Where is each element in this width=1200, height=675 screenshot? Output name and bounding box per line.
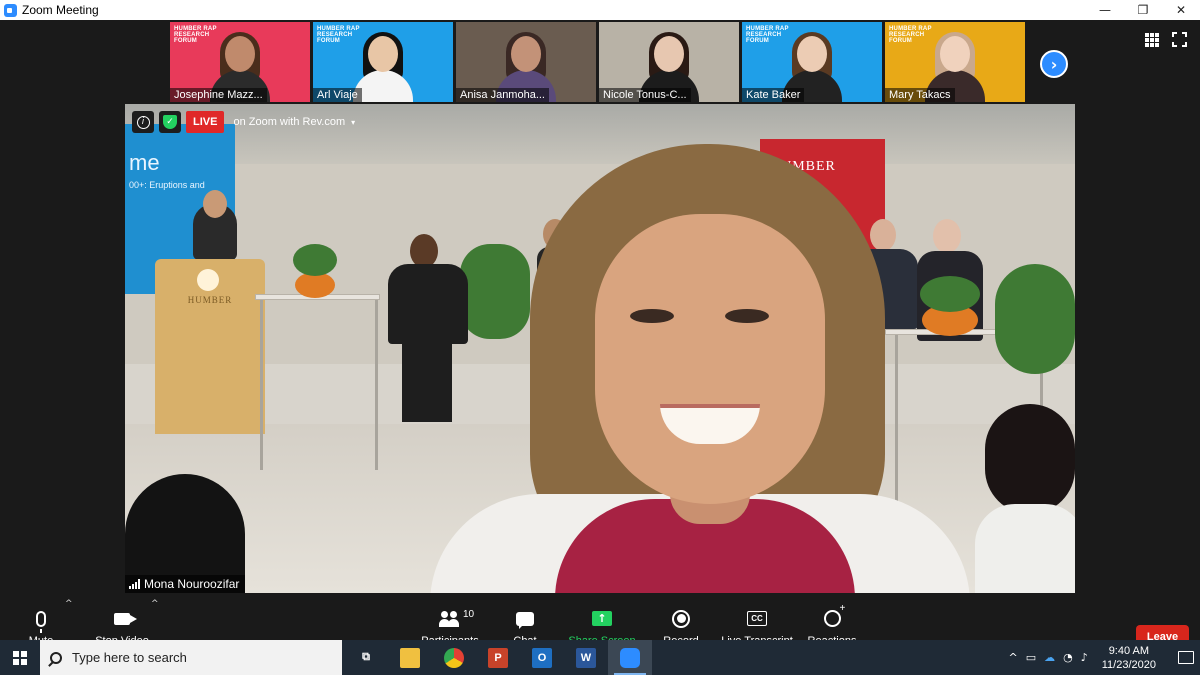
chat-icon [516, 611, 534, 629]
outlook-icon: O [532, 647, 552, 668]
file-explorer-icon [400, 647, 420, 668]
audience-member [975, 404, 1075, 593]
battery-icon[interactable]: ▭ [1026, 651, 1036, 664]
podium: HUMBER [155, 259, 265, 434]
window-controls: — ❐ ✕ [1086, 0, 1200, 20]
minimize-button[interactable]: — [1086, 0, 1124, 20]
cloud-icon[interactable]: ☁ [1044, 651, 1055, 664]
task-view-icon: ⧉ [362, 651, 370, 663]
video-options-caret[interactable]: ^ [151, 599, 159, 609]
record-icon [672, 609, 690, 628]
taskbar-app-task-view[interactable]: ⧉ [344, 640, 388, 675]
close-button[interactable]: ✕ [1162, 0, 1200, 20]
active-speaker-video[interactable]: me 00+: Eruptions and HUMBER HUMBER i ✓ … [125, 104, 1075, 593]
participant-name: Kate Baker [742, 88, 805, 102]
participant-thumbnail-strip: HUMBER RAP RESEARCH FORUM Josephine Mazz.… [170, 22, 1025, 102]
chevron-up-icon[interactable]: ^ [1008, 651, 1017, 664]
meeting-status-bar: i ✓ LIVE on Zoom with Rev.com ▾ [132, 111, 355, 133]
share-screen-icon: ↑ [592, 611, 612, 626]
notifications-icon[interactable] [1178, 651, 1194, 664]
pinned-apps: ⧉ P O W [344, 640, 652, 675]
taskbar-app-chrome[interactable] [432, 640, 476, 675]
participant-count: 10 [463, 608, 475, 620]
security-shield-button[interactable]: ✓ [159, 111, 181, 133]
info-icon: i [136, 115, 150, 129]
window-title: Zoom Meeting [22, 3, 99, 17]
participant-thumbnail[interactable]: HUMBER RAP RESEARCH FORUM Josephine Mazz.… [170, 22, 310, 102]
speaker-name-tag: Mona Nouroozifar [125, 575, 246, 593]
chrome-icon [444, 647, 464, 668]
live-badge[interactable]: LIVE [186, 111, 225, 133]
forum-banner: HUMBER RAP RESEARCH FORUM [174, 26, 217, 44]
windows-logo-icon [13, 650, 27, 665]
participant-name: Nicole Tonus-C... [599, 88, 691, 102]
restore-button[interactable]: ❐ [1124, 0, 1162, 20]
audio-options-caret[interactable]: ^ [65, 599, 73, 609]
participant-thumbnail[interactable]: HUMBER RAP RESEARCH FORUM Arl Viaje [313, 22, 453, 102]
wifi-icon[interactable]: ◔ [1063, 651, 1073, 664]
live-stream-dropdown[interactable]: on Zoom with Rev.com ▾ [233, 116, 355, 128]
participant-thumbnail[interactable]: Anisa Janmoha... [456, 22, 596, 102]
participant-name: Josephine Mazz... [170, 88, 267, 102]
start-button[interactable] [0, 640, 40, 675]
system-clock[interactable]: 9:40 AM 11/23/2020 [1096, 644, 1162, 672]
participant-name: Arl Viaje [313, 88, 362, 102]
participant-thumbnail[interactable]: HUMBER RAP RESEARCH FORUM Kate Baker [742, 22, 882, 102]
taskbar-app-powerpoint[interactable]: P [476, 640, 520, 675]
meeting-window: HUMBER RAP RESEARCH FORUM Josephine Mazz.… [0, 20, 1200, 660]
taskbar-app-word[interactable]: W [564, 640, 608, 675]
forum-banner: HUMBER RAP RESEARCH FORUM [746, 26, 789, 44]
camera-icon [114, 612, 137, 625]
taskbar-app-zoom[interactable] [608, 640, 652, 675]
forum-banner: HUMBER RAP RESEARCH FORUM [317, 26, 360, 44]
gallery-view-icon[interactable] [1145, 33, 1159, 47]
volume-icon[interactable]: ♪ [1081, 651, 1088, 664]
reactions-icon [823, 603, 845, 627]
title-bar: Zoom Meeting — ❐ ✕ [0, 0, 1200, 20]
forum-banner: HUMBER RAP RESEARCH FORUM [889, 26, 932, 44]
podium-speaker [193, 190, 237, 260]
powerpoint-icon: P [488, 647, 508, 668]
participant-thumbnail[interactable]: Nicole Tonus-C... [599, 22, 739, 102]
panelist [380, 234, 475, 434]
participant-thumbnail[interactable]: HUMBER RAP RESEARCH FORUM Mary Takacs [885, 22, 1025, 102]
next-page-button[interactable]: › [1040, 50, 1068, 78]
search-icon [50, 651, 62, 664]
shield-icon: ✓ [163, 115, 177, 129]
participant-name: Mary Takacs [885, 88, 955, 102]
meeting-info-button[interactable]: i [132, 111, 154, 133]
participant-name: Anisa Janmoha... [456, 88, 549, 102]
chevron-down-icon: ▾ [351, 117, 356, 127]
system-tray: ^ ▭ ☁ ◔ ♪ 9:40 AM 11/23/2020 [1008, 644, 1200, 672]
word-icon: W [576, 647, 596, 668]
microphone-icon [36, 610, 46, 633]
zoom-icon [620, 647, 640, 668]
windows-taskbar: Type here to search ⧉ P O W ^ ▭ ☁ ◔ ♪ 9:40 … [0, 640, 1200, 675]
fullscreen-icon[interactable] [1172, 32, 1187, 47]
participants-icon: 10 [439, 609, 474, 627]
taskbar-search[interactable]: Type here to search [40, 640, 342, 675]
zoom-app-icon [4, 3, 17, 17]
taskbar-app-outlook[interactable]: O [520, 640, 564, 675]
taskbar-app-file-explorer[interactable] [388, 640, 432, 675]
closed-caption-icon: CC [747, 611, 767, 626]
signal-strength-icon [129, 579, 140, 589]
